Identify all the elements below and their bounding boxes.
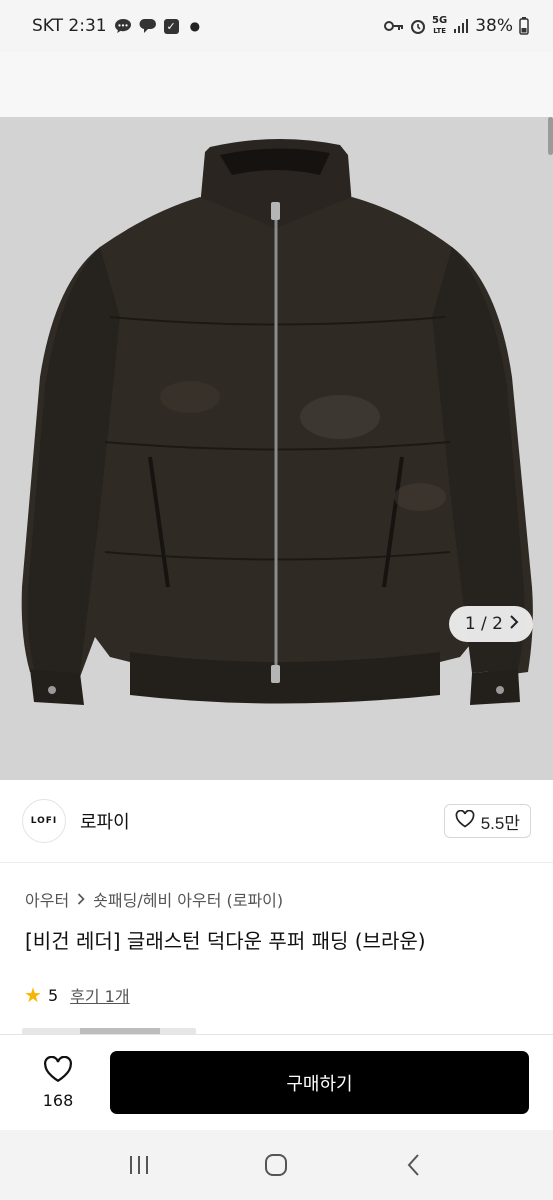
key-icon [384,20,404,32]
rating-summary: ★ 5 후기 1개 [24,983,130,1007]
seller-name[interactable]: 로파이 [80,808,130,834]
product-image-gallery[interactable] [0,117,553,780]
star-icon: ★ [24,983,42,1007]
chevron-right-icon [509,614,519,634]
chevron-right-icon [77,890,85,909]
wishlist-count: 168 [42,1090,74,1110]
seller-logo-text: LOFI [30,816,58,826]
product-title: [비건 레더] 글래스턴 덕다운 푸퍼 패딩 (브라운) [25,929,426,953]
product-image [0,117,553,780]
brand-like-button[interactable]: 5.5만 [443,804,531,838]
signal-icon [453,18,469,34]
status-bar: SKT 2:31 ✓ ● 5G LTE 38% [0,0,553,52]
network-label: 5G [432,15,448,26]
wishlist-button[interactable]: 168 [22,1055,94,1110]
heart-icon [455,809,475,833]
review-link[interactable]: 후기 1개 [70,983,129,1007]
image-counter-label: 1 / 2 [464,614,503,634]
alarm-icon [410,18,426,34]
buy-button[interactable]: 구매하기 [110,1051,529,1114]
breadcrumb-sub[interactable]: 숏패딩/헤비 아우터 (로파이) [93,887,283,911]
status-right: 5G LTE 38% [384,16,529,36]
carrier-time: SKT 2:31 [32,16,107,36]
seller-row: LOFI 로파이 5.5만 [0,780,553,863]
battery-percent: 38% [475,16,513,36]
network-type: 5G LTE [432,16,447,36]
breadcrumb-main[interactable]: 아우터 [25,887,69,911]
breadcrumb: 아우터 숏패딩/헤비 아우터 (로파이) [25,887,283,911]
recent-apps-icon[interactable] [119,1145,159,1185]
seller-logo[interactable]: LOFI [22,799,66,843]
dot-icon: ● [189,19,201,33]
status-left: SKT 2:31 ✓ ● [32,16,200,36]
brand-like-count: 5.5만 [480,813,520,833]
battery-icon [519,17,529,35]
rating-value: 5 [47,985,59,1005]
home-icon[interactable] [256,1145,296,1185]
heart-icon [43,1055,73,1087]
bottom-action-bar: 168 구매하기 [0,1034,553,1130]
messenger-icon [139,18,157,34]
scrollbar[interactable] [548,117,553,155]
back-icon[interactable] [394,1145,434,1185]
image-counter[interactable]: 1 / 2 [448,606,533,642]
header-area [0,52,553,117]
chat-bubble-icon [114,18,132,34]
check-box-icon: ✓ [163,18,179,34]
system-navigation-bar [0,1130,553,1200]
network-sub-label: LTE [433,27,447,35]
